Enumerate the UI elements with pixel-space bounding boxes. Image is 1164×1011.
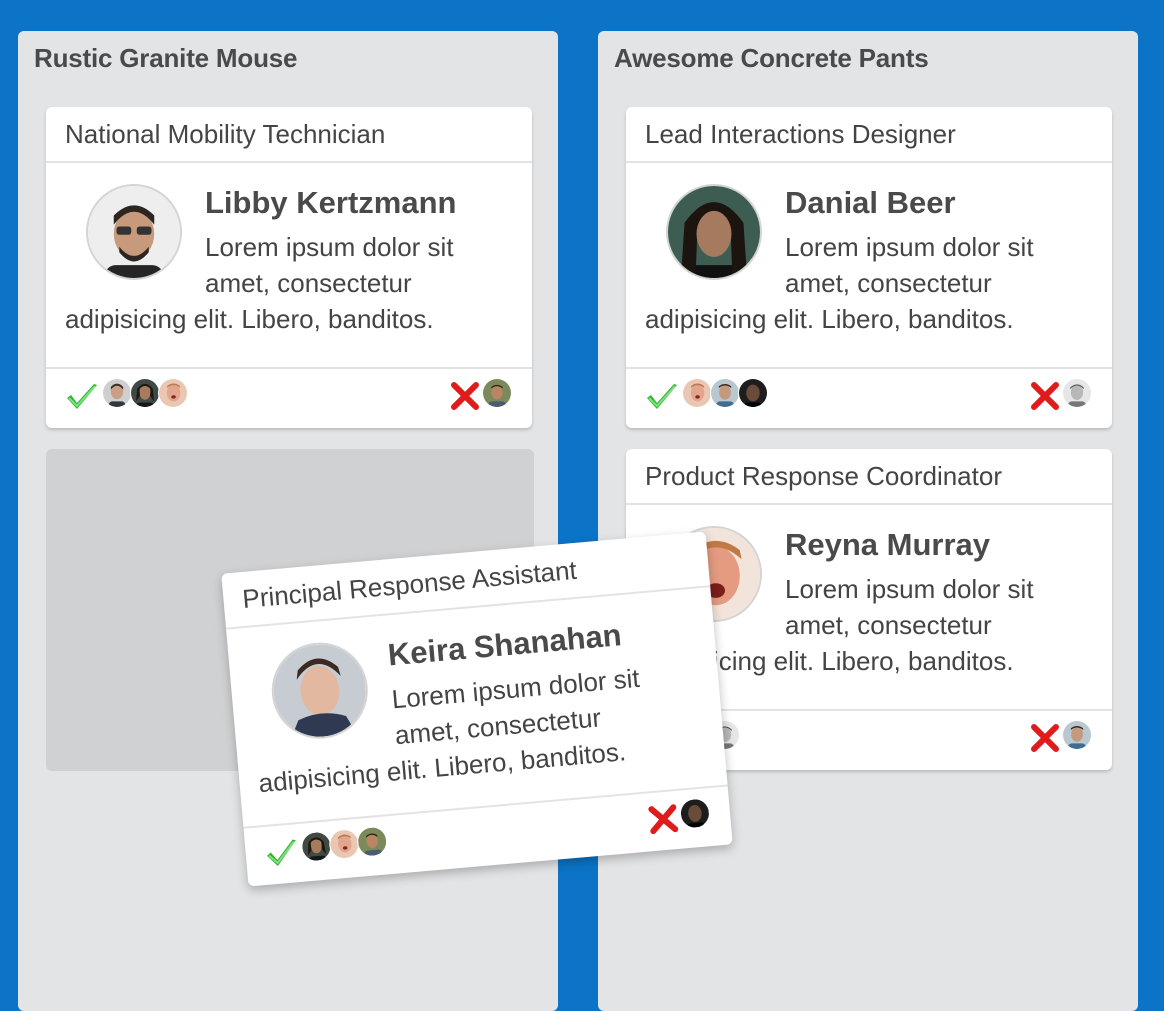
x-icon[interactable]: [647, 803, 680, 836]
card-description: amet, consectetur: [785, 268, 992, 298]
x-icon[interactable]: [1030, 723, 1060, 753]
approvers: [102, 378, 188, 408]
avatar[interactable]: [300, 830, 333, 863]
card-description: Lorem ipsum dolor sit: [785, 574, 1034, 604]
card-body: Danial Beer Lorem ipsum dolor sit amet, …: [626, 163, 1112, 369]
avatar: [267, 638, 372, 743]
card-description: Lorem ipsum dolor sit: [205, 232, 454, 262]
card-body: Libby Kertzmann Lorem ipsum dolor sit am…: [46, 163, 532, 369]
candidate-card[interactable]: Lead Interactions Designer Danial Beer L…: [626, 107, 1112, 428]
avatar: [86, 184, 182, 280]
check-icon[interactable]: [65, 382, 99, 412]
avatar-photo: [668, 186, 760, 278]
column-title: Rustic Granite Mouse: [34, 43, 298, 73]
card-job-title: National Mobility Technician: [46, 107, 532, 163]
dragging-candidate-card[interactable]: Principal Response Assistant Keira Shana…: [221, 531, 733, 887]
avatar[interactable]: [482, 378, 512, 408]
card-description: amet, consectetur: [785, 610, 992, 640]
card-description: adipisicing elit. Libero, banditos.: [65, 304, 434, 334]
avatar[interactable]: [1062, 378, 1092, 408]
candidate-name: Reyna Murray: [785, 527, 991, 562]
candidate-name: Libby Kertzmann: [205, 185, 457, 220]
avatar[interactable]: [682, 378, 712, 408]
card-description: Lorem ipsum dolor sit: [390, 662, 641, 715]
avatar[interactable]: [130, 378, 160, 408]
avatar[interactable]: [328, 827, 361, 861]
column-title: Awesome Concrete Pants: [614, 43, 929, 73]
avatar[interactable]: [158, 378, 188, 408]
avatar[interactable]: [355, 825, 389, 858]
candidate-name: Keira Shanahan: [386, 617, 623, 673]
x-icon[interactable]: [1030, 381, 1060, 411]
candidate-card[interactable]: National Mobility Technician Libby Kertz…: [46, 107, 532, 428]
x-icon[interactable]: [450, 381, 480, 411]
card-description: Lorem ipsum dolor sit: [785, 232, 1034, 262]
approvers: [300, 825, 389, 863]
candidate-name: Danial Beer: [785, 185, 956, 220]
approvers: [682, 378, 768, 408]
card-job-title: Product Response Coordinator: [626, 449, 1112, 505]
avatar[interactable]: [738, 378, 768, 408]
card-footer: [46, 369, 532, 427]
avatar[interactable]: [710, 378, 740, 408]
card-footer: [626, 369, 1112, 427]
avatar-photo: [88, 186, 180, 278]
avatar[interactable]: [678, 797, 712, 830]
card-description: amet, consectetur: [205, 268, 412, 298]
check-icon[interactable]: [645, 382, 679, 412]
avatar-photo: [269, 640, 370, 741]
avatar: [666, 184, 762, 280]
card-job-title: Lead Interactions Designer: [626, 107, 1112, 163]
check-icon[interactable]: [264, 837, 300, 870]
avatar[interactable]: [1062, 720, 1092, 750]
avatar[interactable]: [102, 378, 132, 408]
card-description: adipisicing elit. Libero, banditos.: [645, 304, 1014, 334]
